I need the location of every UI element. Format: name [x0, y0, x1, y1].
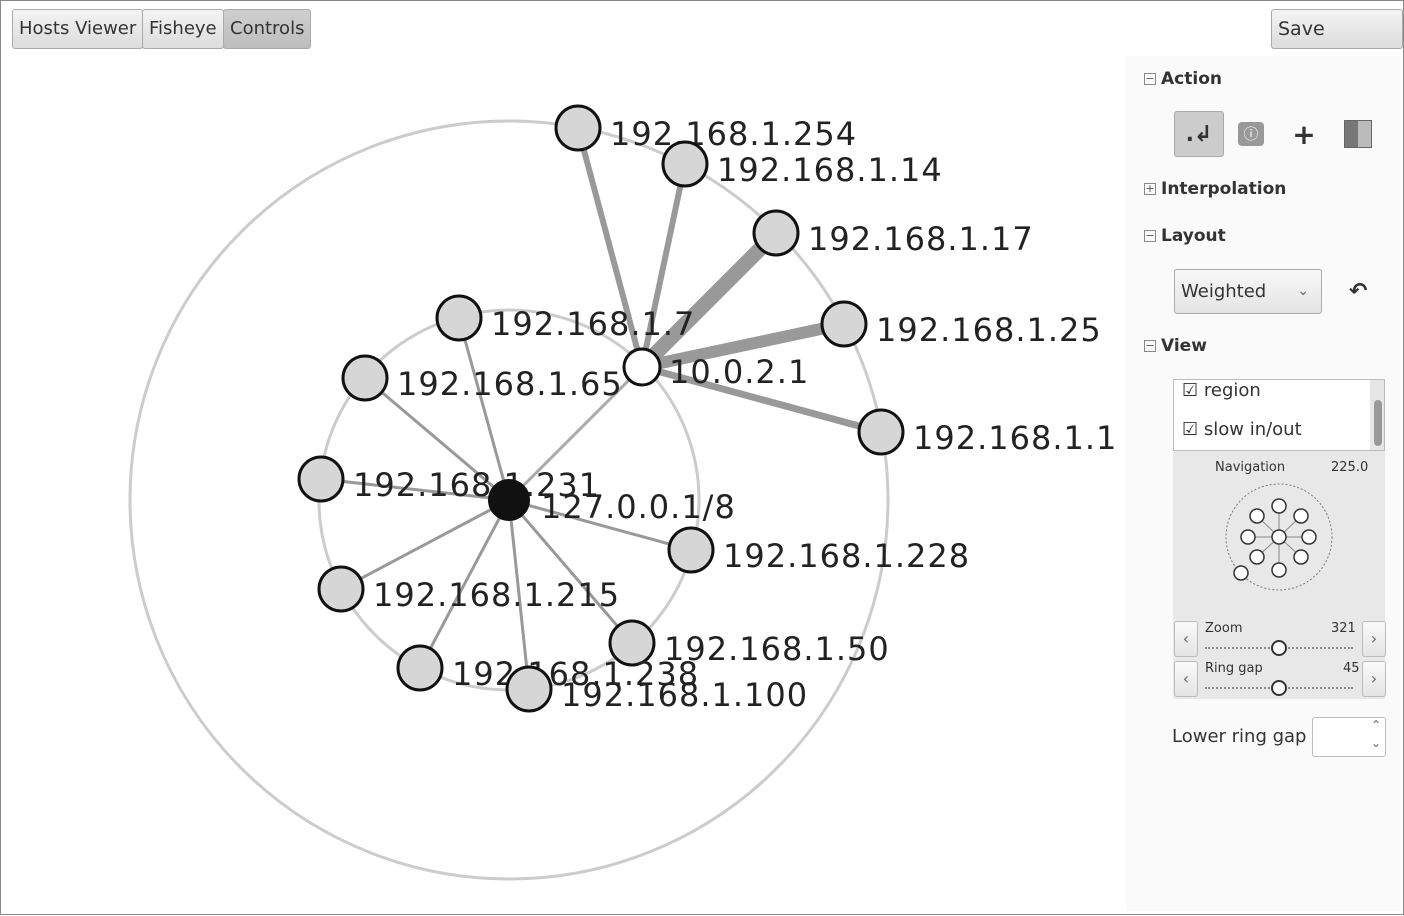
option-region[interactable]: ☑ region [1182, 380, 1261, 401]
save-graphic-button[interactable]: Save Graphic [1271, 9, 1403, 78]
expand-icon[interactable]: + [1144, 183, 1156, 195]
zoom-value: 321 [1331, 621, 1356, 636]
host-label: 192.168.1.65 [397, 365, 623, 403]
center-label: 127.0.0.1/8 [541, 488, 736, 526]
section-action[interactable]: − Action [1144, 69, 1222, 89]
navigation-label: Navigation [1215, 460, 1286, 475]
info-icon[interactable]: ⓘ [1226, 111, 1276, 157]
host-node[interactable] [857, 408, 905, 456]
zoom-increase-button[interactable]: › [1362, 621, 1386, 657]
host-label: 192.168.1.228 [723, 537, 970, 575]
option-label: region [1203, 380, 1261, 401]
ring-gap-label: Ring gap [1205, 661, 1263, 676]
option-label: slow in/out [1203, 419, 1302, 440]
gateway-label: 10.0.2.1 [669, 353, 809, 391]
host-label: 192.168.1.7 [491, 305, 695, 343]
gateway-node[interactable] [622, 347, 662, 387]
host-node[interactable] [661, 140, 709, 188]
option-slow-in-out[interactable]: ☑ slow in/out [1182, 419, 1302, 440]
refresh-icon[interactable]: ↶ [1349, 279, 1367, 304]
section-label: Layout [1161, 226, 1226, 246]
network-graph[interactable]: 192.168.1.254192.168.1.14 192.168.1.17 192… [1, 1, 1121, 916]
ring-gap-decrease-button[interactable]: ‹ [1174, 661, 1198, 697]
host-label: 192.168.1.254 [610, 115, 857, 153]
navigation-widget[interactable]: Navigation 225.0 Zoom 321 Ring gap 45 [1173, 451, 1385, 699]
host-label: 192.168.1.215 [373, 576, 620, 614]
zoom-slider-knob[interactable] [1271, 640, 1287, 656]
section-view[interactable]: − View [1144, 336, 1207, 356]
host-label: 192.168.1.14 [717, 151, 943, 189]
host-label: 192.168.1.17 [808, 220, 1034, 258]
scrollbar-thumb[interactable] [1374, 400, 1382, 446]
ring-gap-increase-button[interactable]: › [1362, 661, 1386, 697]
host-label: 192.168.1.25 [876, 311, 1102, 349]
jump-icon[interactable]: .↲ [1174, 111, 1224, 157]
host-node[interactable] [752, 209, 800, 257]
host-node[interactable] [505, 665, 553, 713]
collapse-icon[interactable]: − [1144, 340, 1156, 352]
collapse-icon[interactable]: − [1144, 73, 1156, 85]
host-label: 192.168.1.100 [561, 676, 808, 714]
chevron-down-icon[interactable]: ⌄ [1371, 736, 1381, 750]
host-label: 192.168.1.1 [913, 419, 1117, 457]
ring-gap-slider-knob[interactable] [1271, 680, 1287, 696]
host-node[interactable] [317, 565, 365, 613]
section-layout[interactable]: − Layout [1144, 226, 1226, 246]
navigation-value: 225.0 [1331, 460, 1369, 475]
lower-ring-gap-label: Lower ring gap [1172, 726, 1307, 747]
collapse-icon[interactable]: − [1144, 230, 1156, 242]
lower-ring-gap-spinner[interactable]: ⌃ ⌄ [1312, 717, 1386, 757]
section-interpolation[interactable]: + Interpolation [1144, 179, 1286, 199]
zoom-decrease-button[interactable]: ‹ [1174, 621, 1198, 657]
ring-gap-value: 45 [1343, 661, 1360, 676]
layout-select-value: Weighted [1181, 281, 1267, 302]
host-node[interactable] [667, 526, 715, 574]
section-label: Interpolation [1161, 179, 1287, 199]
host-node[interactable] [297, 455, 345, 503]
plus-icon[interactable]: + [1279, 111, 1329, 157]
center-node[interactable] [488, 479, 530, 521]
layout-select[interactable]: Weighted ⌄ [1174, 269, 1322, 314]
host-node[interactable] [396, 644, 444, 692]
navigation-minimap[interactable] [1213, 479, 1343, 594]
chevron-up-icon[interactable]: ⌃ [1371, 718, 1381, 732]
host-node[interactable] [820, 300, 868, 348]
host-node[interactable] [435, 294, 483, 342]
hand-grid-icon[interactable] [1333, 111, 1383, 157]
section-label: View [1161, 336, 1207, 356]
zoom-label: Zoom [1205, 621, 1243, 636]
chevron-down-icon: ⌄ [1297, 283, 1309, 299]
section-label: Action [1161, 69, 1222, 89]
host-node[interactable] [341, 354, 389, 402]
host-node[interactable] [554, 104, 602, 152]
view-options-list: ☑ region ☑ slow in/out [1173, 379, 1385, 451]
